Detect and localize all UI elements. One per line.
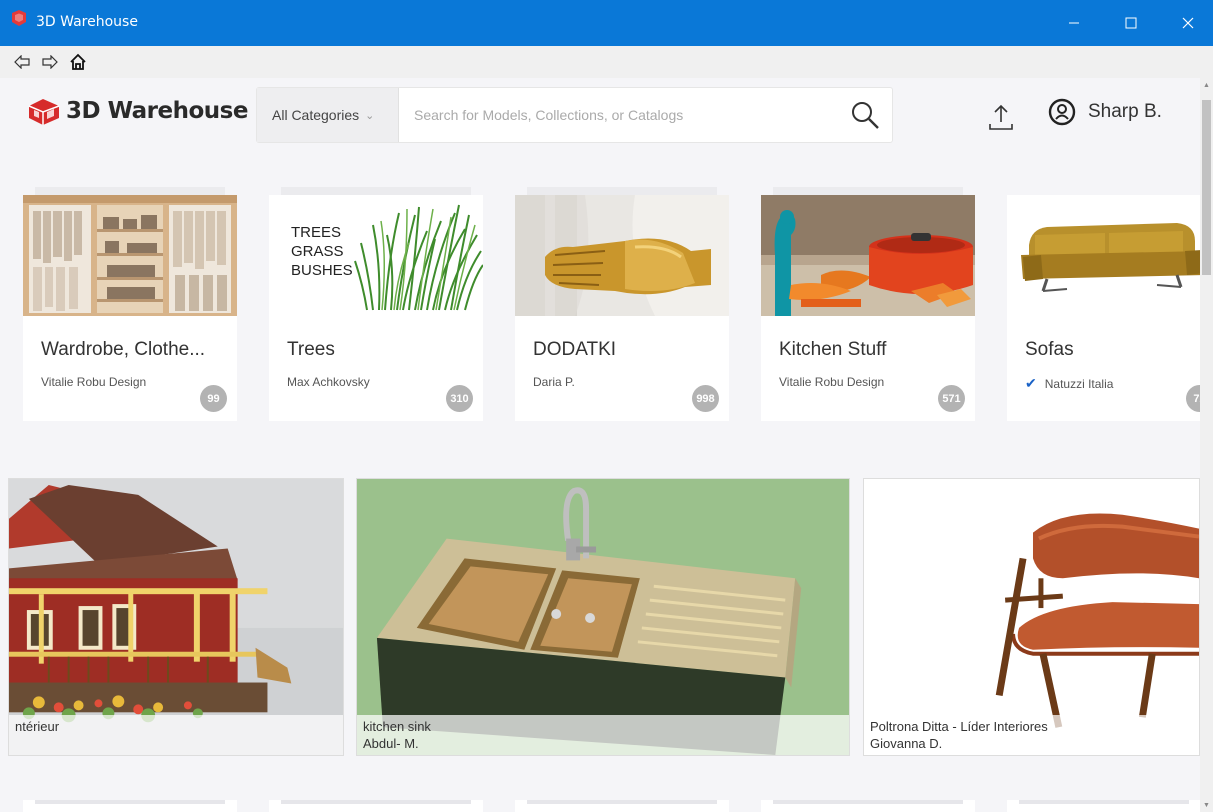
- maximize-icon: [1125, 17, 1137, 29]
- 3d-warehouse-logo-icon: [28, 99, 60, 125]
- model-caption: kitchen sink Abdul- M.: [357, 715, 849, 755]
- collection-name: Kitchen Stuff: [779, 339, 887, 360]
- model-caption: Poltrona Ditta - Líder Interiores Giovan…: [864, 715, 1199, 755]
- scroll-down-icon[interactable]: ▼: [1200, 798, 1213, 812]
- collection-author[interactable]: ✔ Natuzzi Italia: [1025, 375, 1113, 392]
- collection-author[interactable]: Vitalie Robu Design: [779, 375, 884, 389]
- logo-text: 3D Warehouse: [66, 98, 248, 124]
- model-card[interactable]: Poltrona Ditta - Líder Interiores Giovan…: [863, 478, 1200, 756]
- thumb-line-bushes: BUSHES: [291, 262, 353, 279]
- search-button[interactable]: [848, 98, 882, 132]
- maximize-button[interactable]: [1108, 0, 1154, 46]
- model-count-badge: 72: [1186, 385, 1200, 412]
- verified-check-icon: ✔: [1025, 375, 1037, 391]
- collection-card-peek: [269, 800, 483, 812]
- collection-thumbnail: [23, 195, 237, 316]
- model-thumbnail: [9, 479, 343, 755]
- model-count-badge: 571: [938, 385, 965, 412]
- model-author[interactable]: Abdul- M.: [363, 735, 843, 752]
- model-title: Poltrona Ditta - Líder Interiores: [870, 719, 1048, 734]
- collection-card[interactable]: TREES GRASS BUSHES Trees Max Achkovsky 3…: [269, 187, 483, 421]
- window-title: 3D Warehouse: [36, 14, 138, 30]
- collection-card-peek: [23, 800, 237, 812]
- site-header: 3D Warehouse All Categories ⌄ Sharp B.: [8, 78, 1200, 152]
- collection-author-name: Natuzzi Italia: [1044, 377, 1114, 391]
- collection-author[interactable]: Vitalie Robu Design: [41, 375, 146, 389]
- category-label: All Categories: [272, 107, 360, 123]
- search-icon: [852, 102, 879, 129]
- forward-arrow-icon: [42, 55, 58, 69]
- chevron-down-icon: ⌄: [365, 109, 375, 122]
- scroll-up-icon[interactable]: ▲: [1200, 78, 1213, 92]
- collection-card-peek: [761, 800, 975, 812]
- collection-card[interactable]: Kitchen Stuff Vitalie Robu Design 571: [761, 187, 975, 421]
- upload-icon: [989, 104, 1013, 130]
- collection-card-peek: [515, 800, 729, 812]
- minimize-icon: [1069, 22, 1079, 24]
- model-thumbnail: [357, 479, 849, 755]
- collection-thumbnail-text: TREES GRASS BUSHES: [291, 223, 353, 280]
- search-input[interactable]: [399, 88, 829, 142]
- collection-card[interactable]: Sofas ✔ Natuzzi Italia 72: [1007, 195, 1200, 421]
- collection-name: Trees: [287, 339, 335, 360]
- home-icon: [70, 53, 86, 70]
- model-count-badge: 310: [446, 385, 473, 412]
- model-author[interactable]: Giovanna D.: [870, 735, 1193, 752]
- home-button[interactable]: [68, 52, 88, 72]
- main-content: Wardrobe, Clothe... Vitalie Robu Design …: [8, 152, 1200, 812]
- collection-author[interactable]: Max Achkovsky: [287, 375, 370, 389]
- back-arrow-icon: [14, 55, 30, 69]
- user-menu[interactable]: Sharp B.: [1048, 98, 1162, 126]
- model-card[interactable]: kitchen sink Abdul- M.: [356, 478, 850, 756]
- search-bar: All Categories ⌄: [256, 87, 893, 143]
- logo[interactable]: 3D Warehouse: [26, 96, 248, 126]
- collection-author[interactable]: Daria P.: [533, 375, 575, 389]
- thumb-line-trees: TREES: [291, 224, 342, 241]
- collection-card[interactable]: Wardrobe, Clothe... Vitalie Robu Design …: [23, 187, 237, 421]
- collection-name: DODATKI: [533, 339, 617, 360]
- collection-thumbnail: [1007, 195, 1200, 316]
- collection-thumbnail: [761, 195, 975, 316]
- model-title: ntérieur: [15, 719, 60, 734]
- minimize-button[interactable]: [1051, 0, 1097, 46]
- collection-card-peek: [1007, 800, 1200, 812]
- model-caption: ntérieur: [9, 715, 343, 755]
- model-title: kitchen sink: [363, 719, 431, 734]
- close-button[interactable]: [1165, 0, 1211, 46]
- avatar-icon: [1048, 98, 1076, 126]
- model-count-badge: 99: [200, 385, 227, 412]
- navigation-bar: [0, 46, 1213, 78]
- model-card[interactable]: ntérieur: [8, 478, 344, 756]
- sketchup-app-icon: [12, 10, 26, 26]
- model-thumbnail: [864, 479, 1199, 755]
- model-count-badge: 998: [692, 385, 719, 412]
- collection-thumbnail: [515, 195, 729, 316]
- thumb-line-grass: GRASS: [291, 243, 344, 260]
- collection-name: Wardrobe, Clothe...: [41, 339, 206, 360]
- back-button[interactable]: [12, 52, 32, 72]
- collection-card[interactable]: DODATKI Daria P. 998: [515, 187, 729, 421]
- page-scrollbar[interactable]: ▲ ▼: [1200, 78, 1213, 812]
- title-bar: 3D Warehouse: [0, 0, 1213, 46]
- upload-button[interactable]: [984, 100, 1018, 134]
- category-dropdown[interactable]: All Categories ⌄: [257, 88, 399, 142]
- scrollbar-thumb[interactable]: [1202, 100, 1211, 275]
- close-icon: [1182, 17, 1194, 29]
- forward-button[interactable]: [40, 52, 60, 72]
- collection-name: Sofas: [1025, 339, 1074, 360]
- user-name: Sharp B.: [1088, 101, 1162, 122]
